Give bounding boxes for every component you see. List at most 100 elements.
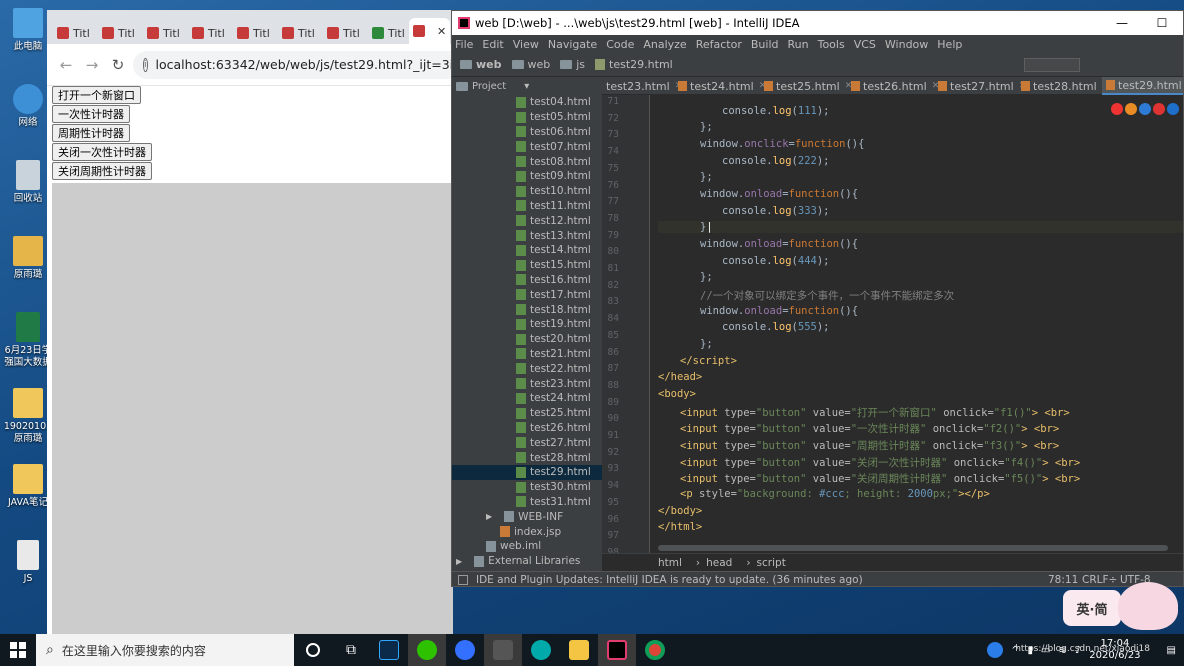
one-time-timer-button[interactable]: 一次性计时器 — [52, 105, 130, 123]
opera-icon[interactable] — [1153, 103, 1165, 115]
project-tree-file[interactable]: test09.html — [452, 169, 602, 184]
project-tree-file[interactable]: test13.html — [452, 228, 602, 243]
ime-indicator[interactable]: 英·简 — [1063, 590, 1121, 626]
taskbar-search-box[interactable]: ⌕ 在这里输入你要搜索的内容 — [36, 634, 294, 666]
project-tree-file[interactable]: test25.html — [452, 406, 602, 421]
project-tree-file[interactable]: test20.html — [452, 332, 602, 347]
project-tree-file[interactable]: test11.html — [452, 199, 602, 214]
editor-tab[interactable]: test27.html✕ — [934, 77, 1026, 95]
start-button[interactable] — [0, 634, 36, 666]
browser-tab[interactable]: Titl — [372, 22, 405, 44]
periodic-timer-button[interactable]: 周期性计时器 — [52, 124, 130, 142]
menu-edit[interactable]: Edit — [482, 38, 503, 51]
crumb-head[interactable]: head — [706, 557, 732, 569]
safari-icon[interactable] — [1139, 103, 1151, 115]
editor-tab[interactable]: test23.html✕ — [602, 77, 682, 95]
open-window-button[interactable]: 打开一个新窗口 — [52, 86, 141, 104]
menu-code[interactable]: Code — [606, 38, 634, 51]
project-tree-file[interactable]: test21.html — [452, 347, 602, 362]
browser-tab[interactable]: Titl — [282, 22, 315, 44]
line-separator[interactable]: CRLF÷ — [1082, 574, 1117, 586]
ie-icon[interactable] — [1167, 103, 1179, 115]
menu-window[interactable]: Window — [885, 38, 928, 51]
crumb-script[interactable]: script — [757, 557, 786, 569]
project-tree-file[interactable]: test22.html — [452, 361, 602, 376]
project-tree-file[interactable]: test23.html — [452, 376, 602, 391]
menu-file[interactable]: File — [455, 38, 473, 51]
browser-tab-active[interactable]: ✕ — [409, 18, 451, 44]
project-tree-file[interactable]: test30.html — [452, 480, 602, 495]
project-tree-file[interactable]: test16.html — [452, 273, 602, 288]
minimize-button[interactable]: — — [1102, 11, 1142, 35]
project-tree-node[interactable]: ▶ External Libraries — [452, 554, 602, 569]
taskbar-app-feishu[interactable] — [446, 634, 484, 666]
menu-vcs[interactable]: VCS — [854, 38, 876, 51]
chevron-down-icon[interactable]: ▾ — [524, 81, 529, 92]
project-tree-node[interactable]: ▶ WEB-INF — [452, 509, 602, 524]
back-button[interactable]: ← — [55, 54, 77, 76]
project-tree-file[interactable]: test19.html — [452, 317, 602, 332]
project-tree-file[interactable]: test29.html — [452, 464, 602, 480]
code-editor[interactable]: 71 72 73 74 75 76 77 78 79 80 81 82 83 84 85 86 87 88 89 90… — [602, 95, 1183, 571]
notification-icon[interactable]: ▤ — [1167, 645, 1176, 656]
taskbar-app-search[interactable] — [522, 634, 560, 666]
project-tree-file[interactable]: test12.html — [452, 213, 602, 228]
browser-tab[interactable]: Titl — [192, 22, 225, 44]
project-tree-file[interactable]: test27.html — [452, 435, 602, 450]
project-panel-header[interactable]: Project ▾ — [452, 77, 602, 95]
forward-button[interactable]: → — [81, 54, 103, 76]
menu-help[interactable]: Help — [937, 38, 962, 51]
browser-tab[interactable]: Titl — [327, 22, 360, 44]
project-tree-file[interactable]: test17.html — [452, 287, 602, 302]
chevron-right-icon[interactable]: ▶ — [456, 557, 462, 566]
browser-tab[interactable]: Titl — [147, 22, 180, 44]
project-tree-file[interactable]: test18.html — [452, 302, 602, 317]
menu-analyze[interactable]: Analyze — [643, 38, 686, 51]
menu-view[interactable]: View — [513, 38, 539, 51]
clear-one-time-timer-button[interactable]: 关闭一次性计时器 — [52, 143, 152, 161]
editor-tab[interactable]: test28.html✕ — [1017, 77, 1109, 95]
cortana-button[interactable] — [294, 634, 332, 666]
browser-tab[interactable]: Titl — [237, 22, 270, 44]
editor-tab[interactable]: test24.html ✕ — [674, 77, 766, 95]
reload-button[interactable]: ↻ — [107, 54, 129, 76]
menu-run[interactable]: Run — [788, 38, 809, 51]
tab-close-icon[interactable]: ✕ — [437, 25, 446, 38]
browser-tab[interactable]: Titl — [102, 22, 135, 44]
taskbar-app-game[interactable] — [484, 634, 522, 666]
menu-build[interactable]: Build — [751, 38, 779, 51]
browser-tab[interactable]: Titl — [57, 22, 90, 44]
nav-crumb[interactable]: web — [476, 58, 502, 71]
taskbar-app-chrome[interactable] — [636, 634, 674, 666]
taskbar-app-photoshop[interactable] — [370, 634, 408, 666]
project-tree-file[interactable]: test26.html — [452, 421, 602, 436]
taskbar-app-intellij[interactable] — [598, 634, 636, 666]
taskbar-app-explorer[interactable] — [560, 634, 598, 666]
editor-tab[interactable]: test26.html ✕ — [847, 77, 939, 95]
run-config-dropdown[interactable] — [1024, 58, 1080, 72]
project-tree-file[interactable]: test14.html — [452, 243, 602, 258]
project-tree-file[interactable]: test07.html — [452, 139, 602, 154]
nav-crumb[interactable]: js — [576, 58, 585, 71]
cursor-position[interactable]: 78:11 — [1048, 574, 1078, 586]
chrome-icon[interactable] — [1111, 103, 1123, 115]
project-tree-file[interactable]: test05.html — [452, 110, 602, 125]
maximize-button[interactable]: ☐ — [1142, 11, 1182, 35]
status-message[interactable]: IDE and Plugin Updates: IntelliJ IDEA is… — [476, 574, 863, 586]
menu-refactor[interactable]: Refactor — [696, 38, 742, 51]
firefox-icon[interactable] — [1125, 103, 1137, 115]
project-tree-file[interactable]: test28.html — [452, 450, 602, 465]
horizontal-scrollbar[interactable] — [658, 545, 1168, 551]
menu-tools[interactable]: Tools — [818, 38, 845, 51]
project-tree-file[interactable]: test04.html — [452, 95, 602, 110]
project-tree-file[interactable]: test15.html — [452, 258, 602, 273]
project-tree-file[interactable]: test31.html — [452, 495, 602, 510]
crumb-html[interactable]: html — [658, 557, 682, 569]
editor-tab[interactable]: test25.html ✕ — [760, 77, 852, 95]
nav-crumb[interactable]: web — [528, 58, 551, 71]
project-tree-node[interactable]: index.jsp — [452, 524, 602, 539]
nav-crumb[interactable]: test29.html — [609, 58, 673, 71]
editor-tab-active[interactable]: test29.html — [1102, 77, 1183, 95]
project-tree-node[interactable]: web.iml — [452, 539, 602, 554]
project-tree-file[interactable]: test24.html — [452, 391, 602, 406]
